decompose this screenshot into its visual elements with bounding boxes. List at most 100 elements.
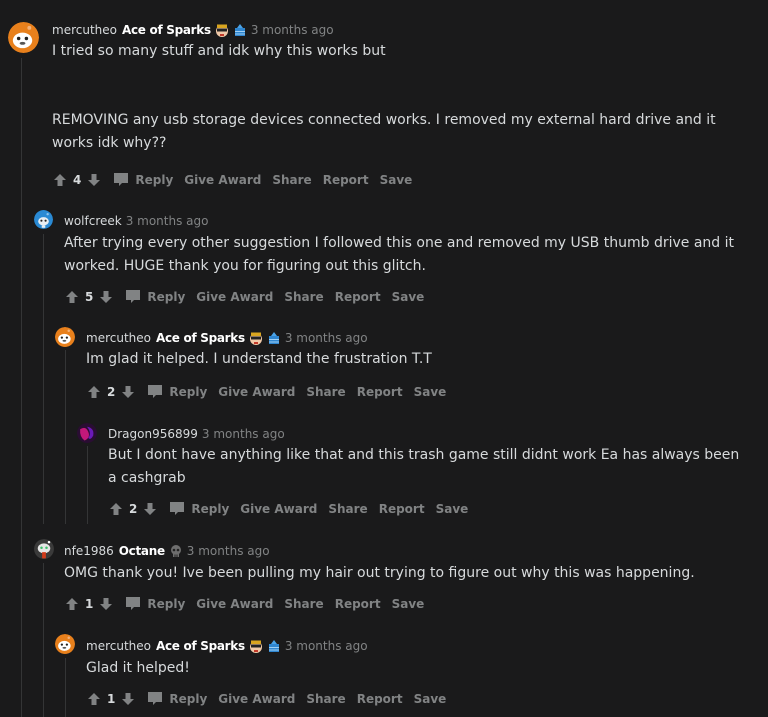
- blue-cake-badge-icon: [267, 331, 281, 345]
- upvote-arrow-icon[interactable]: [65, 597, 79, 611]
- comment-username[interactable]: nfe1986: [64, 543, 114, 559]
- save-button[interactable]: Save: [414, 692, 447, 706]
- give-award-button[interactable]: Give Award: [184, 173, 261, 187]
- user-avatar[interactable]: [34, 210, 53, 229]
- user-flair: Ace of Sparks: [155, 639, 245, 653]
- comment-timestamp[interactable]: 3 months ago: [251, 22, 334, 38]
- reply-button[interactable]: Reply: [113, 172, 173, 188]
- reply-button[interactable]: Reply: [147, 691, 207, 707]
- upvote-arrow-icon[interactable]: [87, 692, 101, 706]
- comment-body-line: Im glad it helped. I understand the frus…: [86, 351, 432, 367]
- thread-line-depth-0[interactable]: [21, 58, 22, 717]
- thread-line-depth-1[interactable]: [43, 563, 44, 717]
- give-award-button[interactable]: Give Award: [196, 290, 273, 304]
- user-avatar[interactable]: [55, 327, 75, 347]
- share-button[interactable]: Share: [284, 597, 323, 611]
- save-button[interactable]: Save: [414, 385, 447, 399]
- comment-username[interactable]: mercutheo: [86, 638, 151, 654]
- save-button[interactable]: Save: [392, 290, 425, 304]
- user-avatar[interactable]: [34, 539, 54, 559]
- reply-button[interactable]: Reply: [169, 501, 229, 517]
- comment-body-line: Glad it helped!: [86, 660, 190, 676]
- comment-body: After trying every other suggestion I fo…: [64, 232, 734, 278]
- thread-line-depth-2[interactable]: [65, 350, 66, 524]
- comment-username[interactable]: wolfcreek: [64, 213, 122, 229]
- downvote-arrow-icon[interactable]: [121, 385, 135, 399]
- give-award-button[interactable]: Give Award: [240, 502, 317, 516]
- comment-timestamp[interactable]: 3 months ago: [202, 426, 285, 442]
- comment-body: Glad it helped!: [86, 657, 190, 680]
- give-award-button[interactable]: Give Award: [218, 692, 295, 706]
- reply-button[interactable]: Reply: [125, 596, 185, 612]
- save-button[interactable]: Save: [380, 173, 413, 187]
- save-button[interactable]: Save: [436, 502, 469, 516]
- report-button[interactable]: Report: [357, 385, 403, 399]
- reply-label: Reply: [147, 597, 186, 611]
- snoo-orange-avatar-icon: [8, 22, 39, 53]
- thread-line-depth-3[interactable]: [87, 446, 88, 524]
- comment-actions: 4 Reply Give Award Share Report Save: [53, 170, 412, 190]
- comment-actions: 1 Reply Give Award Share Report Save: [65, 594, 424, 614]
- comment-username[interactable]: mercutheo: [86, 330, 151, 346]
- thread-line-depth-2[interactable]: [65, 658, 66, 717]
- downvote-arrow-icon[interactable]: [87, 173, 101, 187]
- snoo-orange-avatar-icon: [55, 634, 75, 654]
- give-award-button[interactable]: Give Award: [218, 385, 295, 399]
- user-avatar[interactable]: [77, 423, 97, 443]
- comment-body-line: OMG thank you! Ive been pulling my hair …: [64, 565, 695, 581]
- upvote-arrow-icon[interactable]: [53, 173, 67, 187]
- snoo-blue-avatar-icon: [34, 210, 53, 229]
- comment-username[interactable]: mercutheo: [52, 22, 117, 38]
- reply-button[interactable]: Reply: [125, 289, 185, 305]
- upvote-arrow-icon[interactable]: [109, 502, 123, 516]
- comment-username[interactable]: Dragon956899: [108, 426, 198, 442]
- comment-body-line: worked. HUGE thank you for figuring out …: [64, 258, 426, 274]
- comment-bubble-icon: [169, 501, 185, 517]
- share-button[interactable]: Share: [328, 502, 367, 516]
- downvote-arrow-icon[interactable]: [99, 597, 113, 611]
- comment-body-line: a cashgrab: [108, 470, 186, 486]
- downvote-arrow-icon[interactable]: [99, 290, 113, 304]
- comment-body: OMG thank you! Ive been pulling my hair …: [64, 562, 695, 585]
- share-button[interactable]: Share: [272, 173, 311, 187]
- vote-score: 1: [107, 692, 116, 706]
- reply-label: Reply: [169, 692, 208, 706]
- report-button[interactable]: Report: [357, 692, 403, 706]
- downvote-arrow-icon[interactable]: [121, 692, 135, 706]
- comment-timestamp[interactable]: 3 months ago: [187, 543, 270, 559]
- reply-label: Reply: [169, 385, 208, 399]
- downvote-arrow-icon[interactable]: [143, 502, 157, 516]
- user-avatar[interactable]: [8, 22, 39, 53]
- report-button[interactable]: Report: [379, 502, 425, 516]
- share-button[interactable]: Share: [306, 692, 345, 706]
- report-button[interactable]: Report: [335, 290, 381, 304]
- comment-actions: 2 Reply Give Award Share Report Save: [87, 382, 446, 402]
- sunglasses-face-badge-icon: [249, 639, 263, 653]
- thread-line-depth-1[interactable]: [43, 234, 44, 524]
- skull-badge-icon: [169, 544, 183, 558]
- reply-label: Reply: [147, 290, 186, 304]
- share-button[interactable]: Share: [306, 385, 345, 399]
- report-button[interactable]: Report: [323, 173, 369, 187]
- comment-body-line: REMOVING any usb storage devices connect…: [52, 112, 716, 128]
- report-button[interactable]: Report: [335, 597, 381, 611]
- comment-body-line: After trying every other suggestion I fo…: [64, 235, 734, 251]
- vote-score: 2: [129, 502, 138, 516]
- user-flair: Ace of Sparks: [121, 23, 211, 37]
- comment-timestamp[interactable]: 3 months ago: [285, 638, 368, 654]
- upvote-arrow-icon[interactable]: [65, 290, 79, 304]
- user-avatar[interactable]: [55, 634, 75, 654]
- upvote-arrow-icon[interactable]: [87, 385, 101, 399]
- reply-button[interactable]: Reply: [147, 384, 207, 400]
- reply-label: Reply: [191, 502, 230, 516]
- save-button[interactable]: Save: [392, 597, 425, 611]
- comment-timestamp[interactable]: 3 months ago: [285, 330, 368, 346]
- comment-body: Im glad it helped. I understand the frus…: [86, 348, 432, 371]
- comment-bubble-icon: [113, 172, 129, 188]
- comment-actions: 1 Reply Give Award Share Report Save: [87, 689, 446, 709]
- comment-body-line: I tried so many stuff and idk why this w…: [52, 43, 386, 59]
- give-award-button[interactable]: Give Award: [196, 597, 273, 611]
- comment-timestamp[interactable]: 3 months ago: [126, 213, 209, 229]
- share-button[interactable]: Share: [284, 290, 323, 304]
